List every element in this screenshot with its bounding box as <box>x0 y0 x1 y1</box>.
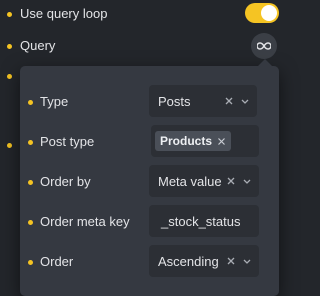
chevron-down-icon <box>241 99 249 104</box>
post-type-indicator <box>28 140 33 145</box>
order-meta-key-input[interactable]: _stock_status <box>149 205 259 237</box>
order-row: Order Ascending <box>20 245 279 279</box>
order-label: Order <box>40 254 74 269</box>
toggle-knob <box>261 5 277 21</box>
order-by-select[interactable]: Meta value <box>149 165 259 197</box>
order-meta-key-row: Order meta key _stock_status <box>20 205 279 239</box>
type-select[interactable]: Posts <box>149 85 257 117</box>
order-by-indicator <box>28 180 33 185</box>
remove-tag-icon[interactable] <box>217 137 226 146</box>
clear-x-icon[interactable] <box>224 94 234 107</box>
type-value: Posts <box>158 94 191 109</box>
hidden-setting-indicator-1 <box>7 74 12 79</box>
type-label: Type <box>40 94 69 109</box>
hidden-setting-indicator-2 <box>7 143 12 148</box>
order-meta-key-label: Order meta key <box>40 214 130 229</box>
order-meta-key-value: _stock_status <box>161 214 241 229</box>
order-select[interactable]: Ascending <box>149 245 259 277</box>
post-type-label: Post type <box>40 134 95 149</box>
clear-x-icon[interactable] <box>226 254 236 267</box>
order-by-row: Order by Meta value <box>20 165 279 199</box>
use-query-loop-indicator <box>7 12 12 17</box>
order-value: Ascending <box>158 254 219 269</box>
order-indicator <box>28 260 33 265</box>
order-meta-key-indicator <box>28 220 33 225</box>
chevron-down-icon <box>243 179 251 184</box>
post-type-tag: Products <box>155 131 232 151</box>
query-label: Query <box>20 38 56 53</box>
query-indicator <box>7 44 12 49</box>
use-query-loop-label: Use query loop <box>20 6 108 21</box>
type-indicator <box>28 100 33 105</box>
query-link-button[interactable] <box>251 33 277 59</box>
chevron-down-icon <box>243 259 251 264</box>
post-type-row: Post type Products <box>20 125 279 159</box>
post-type-select[interactable]: Products <box>151 125 259 157</box>
order-by-value: Meta value <box>158 174 222 189</box>
popover-arrow <box>258 59 272 66</box>
infinity-link-icon <box>257 42 271 50</box>
order-by-label: Order by <box>40 174 91 189</box>
post-type-tag-label: Products <box>160 134 213 148</box>
query-popover: Type Posts Post type Products Order by M… <box>20 59 279 296</box>
clear-x-icon[interactable] <box>226 174 236 187</box>
type-row: Type Posts <box>20 85 279 119</box>
use-query-loop-toggle[interactable] <box>245 3 279 23</box>
